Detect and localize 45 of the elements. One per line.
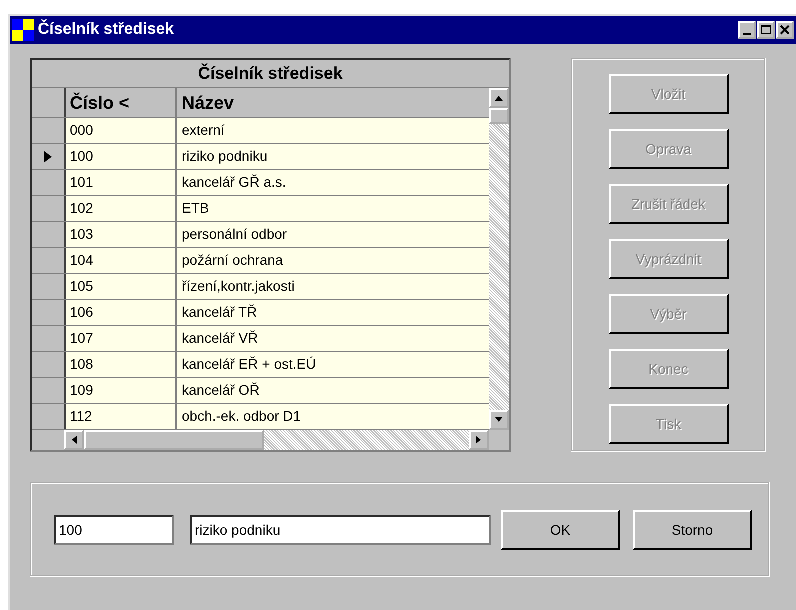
table-cell: personální odbor (177, 222, 489, 247)
right-arrow-icon (475, 435, 483, 445)
table-cell: 100 (66, 144, 177, 169)
table-cell: 103 (66, 222, 177, 247)
table-cell: 000 (66, 118, 177, 143)
table-cell: řízení,kontr.jakosti (177, 274, 489, 299)
table-cell: 106 (66, 300, 177, 325)
code-field[interactable]: 100 (54, 514, 174, 544)
window-title: Číselník středisek (38, 21, 176, 39)
ok-button[interactable]: OK (501, 510, 620, 550)
table-cell: požární ochrana (177, 248, 489, 273)
table-cell: 112 (66, 404, 177, 429)
table-cell: externí (177, 118, 489, 143)
table-cell: 101 (66, 170, 177, 195)
table-cell: 107 (66, 326, 177, 351)
horizontal-scrollbar[interactable] (64, 430, 489, 450)
down-arrow-icon (494, 416, 504, 424)
left-arrow-icon (70, 435, 78, 445)
name-field[interactable]: riziko podniku (190, 514, 491, 544)
cancel-button[interactable]: Storno (633, 510, 752, 550)
table-cell: 109 (66, 378, 177, 403)
table-cell: 104 (66, 248, 177, 273)
table-cell: 108 (66, 352, 177, 377)
current-row-icon (44, 150, 52, 162)
minimize-icon (743, 33, 751, 35)
table-cell: 105 (66, 274, 177, 299)
table-cell: obch.-ek. odbor D1 (177, 404, 489, 429)
table-cell: kancelář VŘ (177, 326, 489, 351)
table-cell: riziko podniku (177, 144, 489, 169)
up-arrow-icon (494, 94, 504, 102)
maximize-icon (760, 24, 772, 36)
scroll-thumb[interactable] (489, 108, 509, 124)
table-cell: ETB (177, 196, 489, 221)
table-cell: kancelář OŘ (177, 378, 489, 403)
table-cell: kancelář EŘ + ost.EÚ (177, 352, 489, 377)
maximize-button[interactable] (757, 21, 775, 39)
close-button[interactable] (776, 21, 794, 39)
minimize-button[interactable] (738, 21, 756, 39)
app-icon (12, 19, 34, 41)
table-cell: 102 (66, 196, 177, 221)
vertical-scrollbar[interactable] (489, 88, 509, 430)
scroll-thumb[interactable] (84, 430, 264, 450)
close-icon (779, 24, 791, 36)
table-cell: kancelář TŘ (177, 300, 489, 325)
table-cell: kancelář GŘ a.s. (177, 170, 489, 195)
